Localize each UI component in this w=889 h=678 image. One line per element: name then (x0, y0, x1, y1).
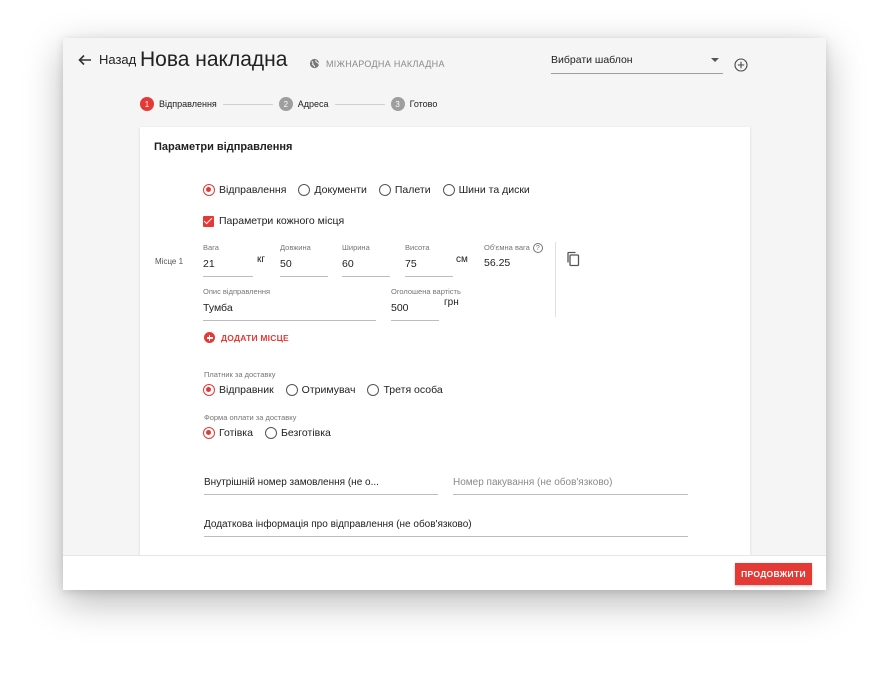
template-select-value: Вибрати шаблон (551, 54, 633, 66)
chevron-down-icon (711, 58, 719, 62)
globe-icon (309, 58, 320, 69)
new-waybill-window: Назад Нова накладна МІЖНАРОДНА НАКЛАДНА … (63, 38, 826, 590)
volume-weight-field: Об'ємна вага? 56.25 (484, 243, 548, 271)
width-field[interactable]: Ширина 60 (342, 243, 390, 277)
radio-label: Шини та диски (458, 184, 530, 196)
step-done[interactable]: 3 Готово (390, 97, 438, 111)
radio-checked-icon (203, 427, 215, 439)
footer-bar: ПРОДОВЖИТИ (63, 555, 826, 590)
step-connector (222, 103, 273, 105)
currency-unit: грн (444, 297, 459, 308)
declared-value-field[interactable]: Оголошена вартість 500 (391, 287, 461, 321)
template-select[interactable]: Вибрати шаблон (551, 54, 723, 74)
order-number-input[interactable]: Внутрішній номер замовлення (не о... (204, 473, 438, 495)
add-place-button[interactable]: ДОДАТИ МІСЦЕ (204, 332, 289, 343)
plus-circle-icon (204, 332, 215, 343)
international-waybill-link[interactable]: МІЖНАРОДНА НАКЛАДНА (309, 58, 445, 69)
divider (555, 242, 556, 317)
stepper: 1 Відправлення 2 Адреса 3 Готово (140, 97, 437, 111)
radio-cashless[interactable]: Безготівка (264, 427, 331, 439)
page-title: Нова накладна (140, 48, 288, 71)
payer-label: Платник за доставку (204, 370, 276, 379)
height-field[interactable]: Висота 75 (405, 243, 453, 277)
radio-documents[interactable]: Документи (298, 184, 367, 196)
radio-label: Палети (394, 184, 431, 196)
dimension-unit: см (456, 254, 468, 265)
step-connector (334, 103, 385, 105)
radio-label: Відправник (219, 384, 274, 396)
radio-unchecked-icon (367, 384, 380, 396)
continue-button[interactable]: ПРОДОВЖИТИ (735, 563, 812, 585)
step-label: Адреса (297, 99, 329, 109)
radio-checked-icon (203, 384, 215, 396)
radio-third-party[interactable]: Третя особа (367, 384, 443, 396)
radio-label: Отримувач (301, 384, 356, 396)
radio-label: Безготівка (280, 427, 331, 439)
volume-weight-value: 56.25 (484, 257, 511, 270)
step-number: 3 (390, 97, 405, 111)
description-label: Опис відправлення (203, 287, 271, 296)
length-label: Довжина (280, 243, 311, 252)
per-place-params-checkbox[interactable]: Параметри кожного місця (203, 215, 344, 227)
radio-unchecked-icon (378, 184, 391, 196)
add-template-icon[interactable] (734, 58, 748, 72)
description-field[interactable]: Опис відправлення Тумба (203, 287, 376, 321)
section-title: Параметри відправлення (154, 141, 293, 153)
payment-form-label: Форма оплати за доставку (204, 413, 297, 422)
radio-label: Документи (314, 184, 367, 196)
step-number: 1 (140, 97, 154, 111)
volume-weight-label: Об'ємна вага (484, 243, 530, 252)
international-waybill-label: МІЖНАРОДНА НАКЛАДНА (326, 58, 445, 69)
radio-label: Відправлення (219, 184, 287, 196)
radio-shipment[interactable]: Відправлення (203, 184, 286, 196)
declared-value-label: Оголошена вартість (391, 287, 461, 296)
length-field[interactable]: Довжина 50 (280, 243, 328, 277)
weight-unit: кг (257, 254, 266, 265)
package-number-input[interactable]: Номер пакування (не обов'язково) (453, 473, 688, 495)
step-number: 2 (278, 97, 293, 111)
height-value: 75 (405, 258, 417, 270)
step-address[interactable]: 2 Адреса (278, 97, 329, 111)
help-icon[interactable]: ? (532, 243, 543, 254)
length-value: 50 (280, 258, 292, 270)
radio-unchecked-icon (285, 384, 298, 396)
copy-icon[interactable] (566, 251, 580, 267)
radio-unchecked-icon (442, 184, 455, 196)
shipment-parameters-card: Параметри відправлення Відправлення Доку… (140, 127, 750, 557)
radio-label: Третя особа (383, 384, 443, 396)
radio-pallets[interactable]: Палети (378, 184, 431, 196)
payment-form-group: Готівка Безготівка (203, 427, 343, 439)
radio-unchecked-icon (298, 184, 311, 196)
back-link[interactable]: Назад (99, 52, 136, 67)
width-label: Ширина (342, 243, 370, 252)
radio-tires[interactable]: Шини та диски (442, 184, 530, 196)
weight-label: Вага (203, 243, 219, 252)
checkbox-label: Параметри кожного місця (219, 215, 345, 227)
payer-group: Відправник Отримувач Третя особа (203, 384, 455, 396)
additional-info-input[interactable]: Додаткова інформація про відправлення (н… (204, 515, 688, 537)
radio-cash[interactable]: Готівка (203, 427, 253, 439)
step-label: Готово (409, 99, 438, 109)
description-value: Тумба (203, 302, 233, 314)
add-place-label: ДОДАТИ МІСЦЕ (221, 332, 289, 343)
declared-value-value: 500 (391, 302, 409, 314)
radio-recipient[interactable]: Отримувач (285, 384, 356, 396)
radio-unchecked-icon (264, 427, 277, 439)
width-value: 60 (342, 258, 354, 270)
back-arrow-icon[interactable] (77, 52, 93, 68)
step-label: Відправлення (159, 99, 217, 109)
radio-sender[interactable]: Відправник (203, 384, 274, 396)
radio-label: Готівка (219, 427, 253, 439)
place-label: Місце 1 (155, 257, 184, 266)
shipment-type-group: Відправлення Документи Палети Шини та ди… (203, 184, 542, 196)
weight-value: 21 (203, 258, 215, 270)
checkbox-checked-icon (203, 215, 214, 227)
weight-field[interactable]: Вага 21 (203, 243, 253, 277)
step-shipment[interactable]: 1 Відправлення (140, 97, 217, 111)
height-label: Висота (405, 243, 430, 252)
radio-checked-icon (203, 184, 215, 196)
